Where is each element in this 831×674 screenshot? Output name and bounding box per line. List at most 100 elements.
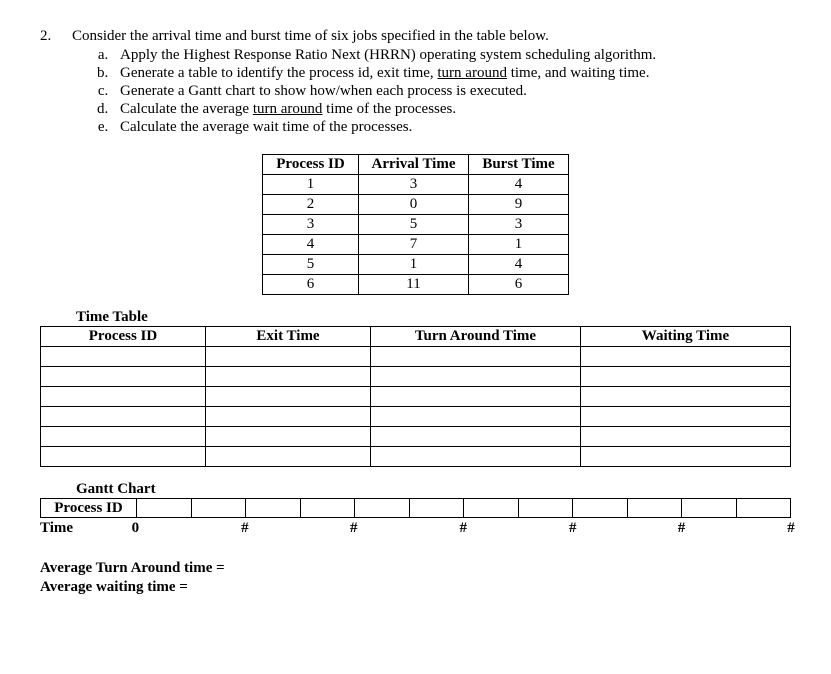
averages-block: Average Turn Around time = Average waiti… [40,560,791,596]
header-process-id: Process ID [263,155,359,175]
cell-burst: 9 [469,195,569,215]
sub-item-b-pre: Generate a table to identify the process… [120,65,437,81]
cell-pid: 3 [263,215,359,235]
cell-pid: 5 [263,255,359,275]
table-row [41,367,791,387]
gantt-segment [136,498,246,518]
table-row [41,447,791,467]
cell-burst: 4 [469,175,569,195]
sub-item-a-text: Apply the Highest Response Ratio Next (H… [120,47,656,63]
question-block: 2. Consider the arrival time and burst t… [40,28,791,136]
gantt-time-row: Time 0 # # # # # # [40,520,791,538]
header-arrival-time: Arrival Time [359,155,469,175]
empty-cell [581,387,791,407]
sub-item-d: Calculate the average turn around time o… [112,101,791,118]
empty-cell [206,367,371,387]
sub-item-b: Generate a table to identify the process… [112,65,791,82]
table-row: 4 7 1 [263,235,569,255]
time-mark: 0 [132,520,140,537]
table-row [41,347,791,367]
empty-cell [581,347,791,367]
process-table: Process ID Arrival Time Burst Time 1 3 4… [262,154,569,295]
gantt-chart: Process ID Time 0 # # # # # # [40,498,791,538]
time-mark: # [241,520,249,537]
cell-arrival: 1 [359,255,469,275]
empty-cell [371,367,581,387]
gantt-row-label: Process ID [40,498,136,518]
empty-cell [206,447,371,467]
empty-cell [371,407,581,427]
header-process-id: Process ID [41,327,206,347]
cell-pid: 6 [263,275,359,295]
gantt-tick [191,498,192,518]
header-waiting-time: Waiting Time [581,327,791,347]
sub-item-a: Apply the Highest Response Ratio Next (H… [112,47,791,64]
gantt-segment [355,498,464,518]
empty-cell [41,387,206,407]
sub-item-c: Generate a Gantt chart to show how/when … [112,83,791,100]
gantt-process-row: Process ID [40,498,791,518]
table-row: 5 1 4 [263,255,569,275]
sub-item-e-text: Calculate the average wait time of the p… [120,119,412,135]
average-wait-label: Average waiting time = [40,579,791,596]
gantt-tick [518,498,519,518]
gantt-tick [300,498,301,518]
empty-cell [581,367,791,387]
gantt-time-marks: 0 # # # # # # [98,520,791,538]
cell-arrival: 3 [359,175,469,195]
gantt-chart-label: Gantt Chart [76,481,791,498]
empty-cell [41,447,206,467]
sub-item-b-underline: turn around [437,65,507,81]
table-row: 1 3 4 [263,175,569,195]
cell-pid: 1 [263,175,359,195]
question-number: 2. [40,28,51,45]
cell-pid: 2 [263,195,359,215]
gantt-tick [627,498,628,518]
sub-question-list: Apply the Highest Response Ratio Next (H… [72,47,791,136]
table-row [41,407,791,427]
table-row [41,387,791,407]
gantt-time-label: Time [40,520,98,537]
cell-burst: 4 [469,255,569,275]
empty-cell [41,407,206,427]
time-mark: # [787,520,795,537]
sub-item-d-pre: Calculate the average [120,101,253,117]
time-mark: # [569,520,577,537]
table-row: 3 5 3 [263,215,569,235]
empty-cell [206,407,371,427]
empty-cell [581,407,791,427]
sub-item-d-post: time of the processes. [322,101,456,117]
cell-arrival: 5 [359,215,469,235]
time-table-header-row: Process ID Exit Time Turn Around Time Wa… [41,327,791,347]
sub-item-d-underline: turn around [253,101,323,117]
empty-cell [41,347,206,367]
table-row [41,427,791,447]
gantt-segment [246,498,355,518]
header-exit-time: Exit Time [206,327,371,347]
header-burst-time: Burst Time [469,155,569,175]
empty-cell [371,427,581,447]
cell-burst: 6 [469,275,569,295]
empty-cell [206,347,371,367]
empty-cell [41,367,206,387]
empty-cell [371,387,581,407]
gantt-segments [136,498,791,518]
table-row: 2 0 9 [263,195,569,215]
sub-item-b-post: time, and waiting time. [507,65,649,81]
gantt-segment [464,498,573,518]
gantt-segment [682,498,791,518]
time-mark: # [350,520,358,537]
process-table-header-row: Process ID Arrival Time Burst Time [263,155,569,175]
header-turn-around-time: Turn Around Time [371,327,581,347]
empty-cell [581,447,791,467]
gantt-segment [573,498,682,518]
process-table-container: Process ID Arrival Time Burst Time 1 3 4… [40,154,791,295]
gantt-tick [409,498,410,518]
empty-cell [371,447,581,467]
gantt-tick [736,498,737,518]
time-table: Process ID Exit Time Turn Around Time Wa… [40,326,791,467]
question-intro: Consider the arrival time and burst time… [72,28,791,45]
cell-burst: 3 [469,215,569,235]
table-row: 6 11 6 [263,275,569,295]
cell-pid: 4 [263,235,359,255]
